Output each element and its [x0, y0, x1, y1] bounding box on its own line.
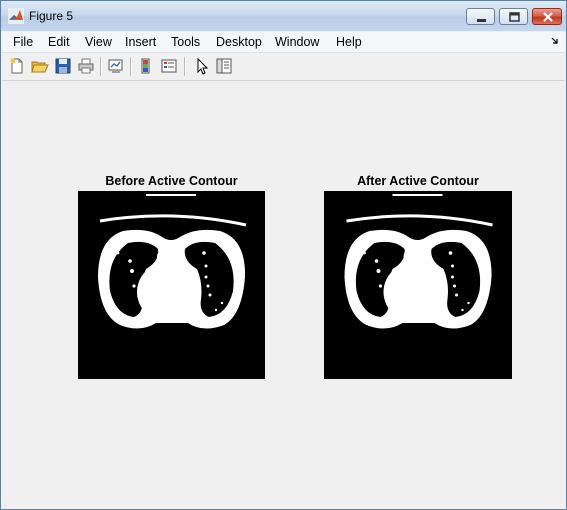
menu-file[interactable]: File	[11, 34, 35, 50]
menu-tools[interactable]: Tools	[169, 34, 202, 50]
matlab-logo-icon	[8, 8, 24, 24]
ct-mask-image-after	[324, 191, 512, 379]
figure-toolbar	[2, 53, 565, 81]
figure-window: Figure 5 File Edit View Insert Tools Des…	[0, 0, 567, 510]
toolbar-separator	[100, 57, 102, 76]
insert-legend-icon[interactable]	[160, 57, 178, 75]
close-icon	[543, 12, 553, 22]
menu-view[interactable]: View	[83, 34, 114, 50]
window-title: Figure 5	[29, 9, 74, 23]
title-bar[interactable]: Figure 5	[1, 1, 566, 31]
link-plot-icon[interactable]	[107, 57, 125, 75]
image-axes-after[interactable]	[324, 191, 512, 379]
new-figure-icon[interactable]	[8, 57, 26, 75]
menu-help[interactable]: Help	[334, 34, 364, 50]
toolbar-separator	[184, 57, 186, 76]
image-axes-before[interactable]	[78, 191, 265, 379]
close-button[interactable]	[532, 8, 562, 25]
save-icon[interactable]	[54, 57, 72, 75]
minimize-icon	[477, 19, 486, 22]
axes-title-after: After Active Contour	[357, 174, 479, 188]
maximize-icon	[509, 12, 520, 22]
menu-window[interactable]: Window	[273, 34, 321, 50]
minimize-button[interactable]	[466, 8, 495, 25]
toolbar-separator	[130, 57, 132, 76]
edit-plot-arrow-icon[interactable]	[193, 57, 211, 75]
insert-colorbar-icon[interactable]	[137, 57, 155, 75]
menu-bar: File Edit View Insert Tools Desktop Wind…	[2, 32, 565, 53]
axes-title-before: Before Active Contour	[105, 174, 238, 188]
property-inspector-icon[interactable]	[215, 57, 233, 75]
menu-insert[interactable]: Insert	[123, 34, 158, 50]
open-file-icon[interactable]	[31, 57, 49, 75]
maximize-button[interactable]	[499, 8, 528, 25]
menu-edit[interactable]: Edit	[46, 34, 72, 50]
dock-arrow-icon[interactable]	[551, 35, 559, 48]
print-icon[interactable]	[77, 57, 95, 75]
menu-desktop[interactable]: Desktop	[214, 34, 264, 50]
ct-mask-image-before	[78, 191, 265, 379]
